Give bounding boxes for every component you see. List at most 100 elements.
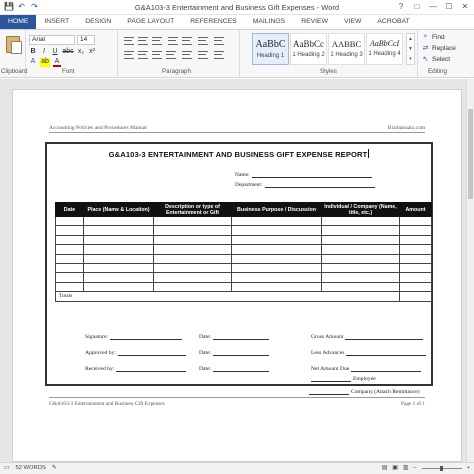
employee-option[interactable]: Employee [311,376,376,382]
superscript-button[interactable]: x² [88,48,96,55]
close-icon[interactable]: ✕ [458,1,472,12]
company-option[interactable]: Company (Attach Remittance) [309,389,420,395]
gross-amount-field[interactable]: Gross Amount [311,334,424,340]
table-row[interactable] [55,253,432,264]
status-right: ▤ ▣ ▥ − + [382,465,470,471]
name-field[interactable]: Name: [235,172,372,178]
minimize-icon[interactable]: — [426,1,440,12]
web-layout-icon[interactable]: ▥ [403,465,408,471]
tab-design[interactable]: DESIGN [77,15,119,29]
ribbon-display-icon[interactable]: □ [410,1,424,12]
underline-button[interactable]: U [51,48,59,55]
totals-amount-cell[interactable] [399,291,432,302]
styles-more-icon[interactable]: ▲ ▼ ▾ [406,33,415,65]
tab-home[interactable]: HOME [0,15,37,29]
shading-icon[interactable] [198,51,208,59]
status-bar: ▭ 52 WORDS ✎ ▤ ▣ ▥ − + [0,462,474,474]
tab-review[interactable]: REVIEW [293,15,336,29]
received-by-field[interactable]: Received by: [85,366,187,372]
styles-group: AaBbC Heading 1 AaBbCc 1 Heading 2 AABBC… [240,30,418,77]
word-count[interactable]: 52 WORDS [15,465,45,471]
tab-view[interactable]: VIEW [336,15,369,29]
print-layout-icon[interactable]: ▣ [392,465,397,471]
page-status-icon[interactable]: ▭ [4,465,9,471]
select-button[interactable]: ↖ Select [422,55,451,64]
read-mode-icon[interactable]: ▤ [382,465,387,471]
received-date-field[interactable]: Date: [199,366,270,372]
page-header-right: Bizmanualz.com [387,125,425,131]
totals-row[interactable]: Totals [55,291,432,302]
sort-icon[interactable] [198,37,208,45]
page-footer-left: G&A103-3 Entertainment and Business Gift… [49,401,165,407]
tab-insert[interactable]: INSERT [36,15,77,29]
borders-icon[interactable] [214,51,224,59]
editing-label: Editing [428,68,447,75]
strikethrough-button[interactable]: abc [62,48,74,55]
text-effects-button[interactable]: A [29,58,37,67]
tab-acrobat[interactable]: ACROBAT [369,15,417,29]
font-name-dropdown[interactable]: Arial [29,35,75,45]
replace-button[interactable]: ⇄ Replace [422,44,456,53]
line-spacing-icon[interactable] [182,51,192,59]
col-header-individual-company: Individual / Company (Name, title, etc.) [321,202,400,217]
replace-icon: ⇄ [422,45,429,52]
expense-report-form: G&A103-3 ENTERTAINMENT AND BUSINESS GIFT… [45,142,433,386]
approved-date-field[interactable]: Date: [199,350,270,356]
font-group: Arial 14 B I U abc x₂ x² A ab A Font [26,30,118,77]
approved-by-field[interactable]: Approved by: [85,350,186,356]
table-row[interactable] [55,281,432,293]
window-controls: ? □ — ☐ ✕ [394,1,472,12]
justify-icon[interactable] [166,51,176,59]
zoom-slider[interactable] [421,465,462,471]
subscript-button[interactable]: x₂ [77,48,85,55]
help-icon[interactable]: ? [394,1,408,12]
style-heading-2[interactable]: AaBbCc 1 Heading 2 [290,33,327,65]
table-body: Totals [55,215,432,302]
tab-references[interactable]: REFERENCES [182,15,244,29]
net-amount-due-field[interactable]: Net Amount Due [311,366,422,372]
bullets-icon[interactable] [124,37,134,45]
style-heading-1[interactable]: AaBbC Heading 1 [252,33,289,65]
paragraph-label: Paragraph [162,68,191,75]
zoom-in-button[interactable]: + [467,465,470,471]
signature-field[interactable]: Signature: [85,334,182,340]
style-heading-4[interactable]: AaBbCcI 1 Heading 4 [366,33,403,65]
format-buttons: B I U abc x₂ x² [29,48,96,55]
find-button[interactable]: ⌕ Find [422,33,445,41]
status-left: ▭ 52 WORDS ✎ [4,465,57,471]
font-size-dropdown[interactable]: 14 [77,35,95,45]
maximize-icon[interactable]: ☐ [442,1,456,12]
decrease-indent-icon[interactable] [168,37,178,45]
scrollbar-thumb[interactable] [468,109,473,199]
show-marks-icon[interactable] [214,37,224,45]
table-row[interactable] [55,215,432,227]
signature-date-field[interactable]: Date: [199,334,270,340]
align-center-icon[interactable] [138,51,148,59]
table-row[interactable] [55,225,432,236]
table-row[interactable] [55,244,432,255]
vertical-scrollbar[interactable] [466,79,474,462]
align-right-icon[interactable] [152,51,162,59]
document-page[interactable]: Accounting Policies and Procedures Manua… [12,89,462,462]
font-color-button[interactable]: A [53,58,61,67]
department-field[interactable]: Department: [235,182,375,188]
align-left-icon[interactable] [124,51,134,59]
style-heading-3[interactable]: AABBC 1 Heading 3 [328,33,365,65]
table-row[interactable] [55,272,432,283]
highlight-button[interactable]: ab [40,58,50,67]
totals-label: Totals [55,291,400,302]
table-row[interactable] [55,262,432,274]
find-icon: ⌕ [423,33,428,40]
italic-button[interactable]: I [40,48,48,55]
numbering-icon[interactable] [138,37,148,45]
tab-mailings[interactable]: MAILINGS [245,15,293,29]
proofing-icon[interactable]: ✎ [52,465,57,471]
zoom-out-button[interactable]: − [413,465,416,471]
increase-indent-icon[interactable] [182,37,192,45]
multilevel-list-icon[interactable] [152,37,162,45]
tab-page-layout[interactable]: PAGE LAYOUT [119,15,182,29]
bold-button[interactable]: B [29,48,37,55]
table-row[interactable] [55,234,432,246]
less-advances-field[interactable]: Less Advances [311,350,427,356]
paste-icon[interactable] [6,36,22,54]
